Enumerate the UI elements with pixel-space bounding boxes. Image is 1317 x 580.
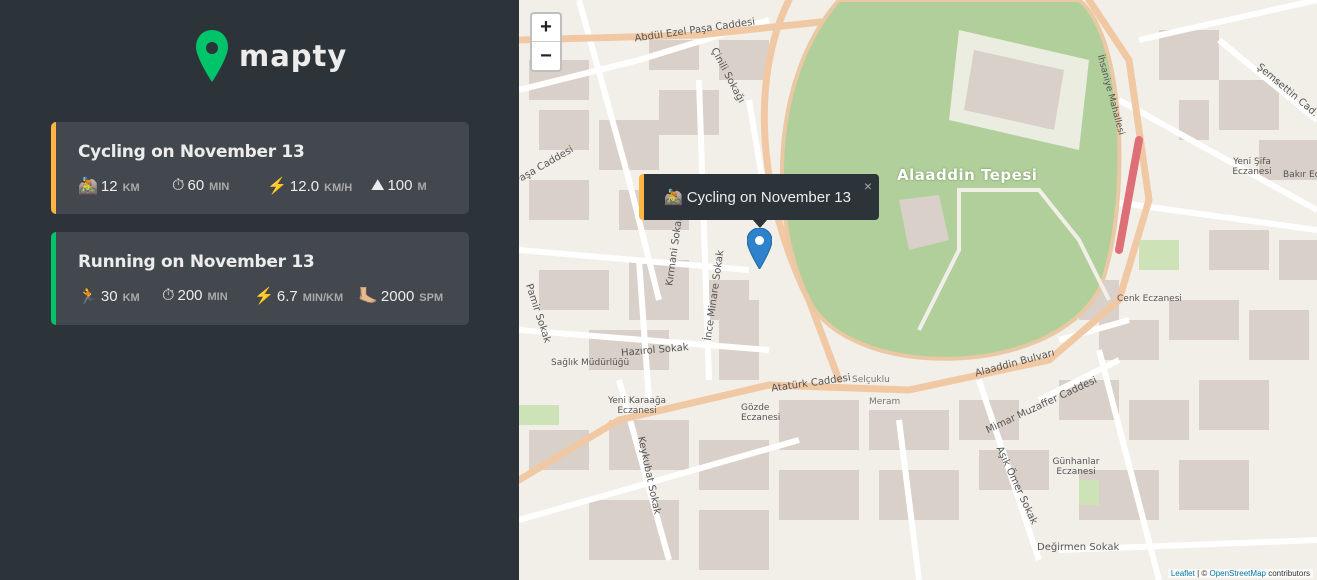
park-label: Alaaddin Tepesi <box>897 166 1038 184</box>
duration-unit: min <box>209 181 230 193</box>
zoom-out-button[interactable]: − <box>532 42 560 70</box>
workout-distance: 🚵 12 km <box>78 176 172 196</box>
poi-label: Günhanlar Eczanesi <box>1052 457 1100 477</box>
elevation-value: 100 <box>387 177 413 194</box>
logo: mapty <box>195 28 347 84</box>
foot-icon: 🦶🏼 <box>358 288 378 305</box>
stopwatch-icon: ⏱ <box>162 287 175 304</box>
distance-value: 30 <box>100 288 118 305</box>
cadence-unit: spm <box>419 292 444 304</box>
zoom-in-button[interactable]: + <box>532 14 560 42</box>
speed-unit: km/h <box>324 182 353 194</box>
duration-value: 60 <box>187 177 205 194</box>
duration-unit: min <box>207 291 228 303</box>
leaflet-link[interactable]: Leaflet <box>1171 569 1195 578</box>
workout-card-running[interactable]: Running on November 13 🏃 30 km ⏱ 200 min… <box>51 232 469 325</box>
street-label: Değirmen Sokak <box>1037 542 1120 553</box>
map-tiles <box>519 0 1317 580</box>
duration-value: 200 <box>177 287 203 304</box>
district-label: Meram <box>869 397 901 407</box>
distance-unit: km <box>122 182 140 194</box>
app-name: mapty <box>239 39 348 73</box>
cycling-icon: 🚵 <box>78 178 98 195</box>
speed-value: 12.0 <box>289 178 320 195</box>
poi-label: Bakır Ec. <box>1283 170 1317 180</box>
cycling-icon: 🚵 <box>664 189 683 206</box>
popup-text: Cycling on November 13 <box>686 188 851 206</box>
distance-unit: km <box>122 292 140 304</box>
workout-speed: ⚡️ 12.0 km/h <box>267 176 371 196</box>
workout-popup[interactable]: 🚵 Cycling on November 13 × <box>639 174 879 220</box>
workout-distance: 🏃 30 km <box>78 286 162 306</box>
poi-label: Cenk Eczanesi <box>1117 294 1182 304</box>
poi-label: Sağlık Müdürlüğü <box>551 358 630 368</box>
map-attribution: Leaflet | © OpenStreetMap contributors <box>1167 569 1313 578</box>
workout-cadence: 🦶🏼 2000 spm <box>358 286 443 306</box>
mountain-icon: ⛰ <box>371 177 385 194</box>
popup-close-button[interactable]: × <box>864 178 872 194</box>
popup-tip <box>752 219 768 228</box>
workout-card-cycling[interactable]: Cycling on November 13 🚵 12 km ⏱ 60 min … <box>51 122 469 214</box>
lightning-icon: ⚡️ <box>254 288 274 305</box>
pace-value: 6.7 <box>276 288 298 305</box>
poi-label: Yeni Karaağa Eczanesi <box>607 396 667 416</box>
osm-link[interactable]: OpenStreetMap <box>1209 569 1265 578</box>
running-icon: 🏃 <box>78 288 98 305</box>
pace-unit: min/km <box>302 292 344 304</box>
workout-pace: ⚡️ 6.7 min/km <box>254 286 358 306</box>
workout-duration: ⏱ 60 min <box>172 177 267 195</box>
attribution-separator: | © <box>1194 569 1210 578</box>
workout-elevation: ⛰ 100 m <box>371 177 427 195</box>
distance-value: 12 <box>100 178 118 195</box>
map[interactable]: Alaaddin Tepesi Abdül Ezel Paşa Caddesi … <box>519 0 1317 580</box>
poi-label: Gözde Eczanesi <box>741 403 781 423</box>
workout-duration: ⏱ 200 min <box>162 287 254 305</box>
stopwatch-icon: ⏱ <box>172 177 185 194</box>
sidebar: mapty Cycling on November 13 🚵 12 km ⏱ 6… <box>0 0 519 580</box>
workout-title: Running on November 13 <box>78 252 315 272</box>
lightning-icon: ⚡️ <box>267 178 287 195</box>
zoom-control: + − <box>530 12 562 72</box>
attribution-suffix: contributors <box>1265 569 1310 578</box>
poi-label: Yeni Şifa Eczanesi <box>1232 157 1272 177</box>
map-pin-logo-icon <box>196 30 228 82</box>
map-marker-icon[interactable] <box>747 228 772 269</box>
district-label: Selçuklu <box>852 375 890 385</box>
workout-title: Cycling on November 13 <box>78 142 305 162</box>
cadence-value: 2000 <box>380 288 415 305</box>
elevation-unit: m <box>417 181 427 193</box>
